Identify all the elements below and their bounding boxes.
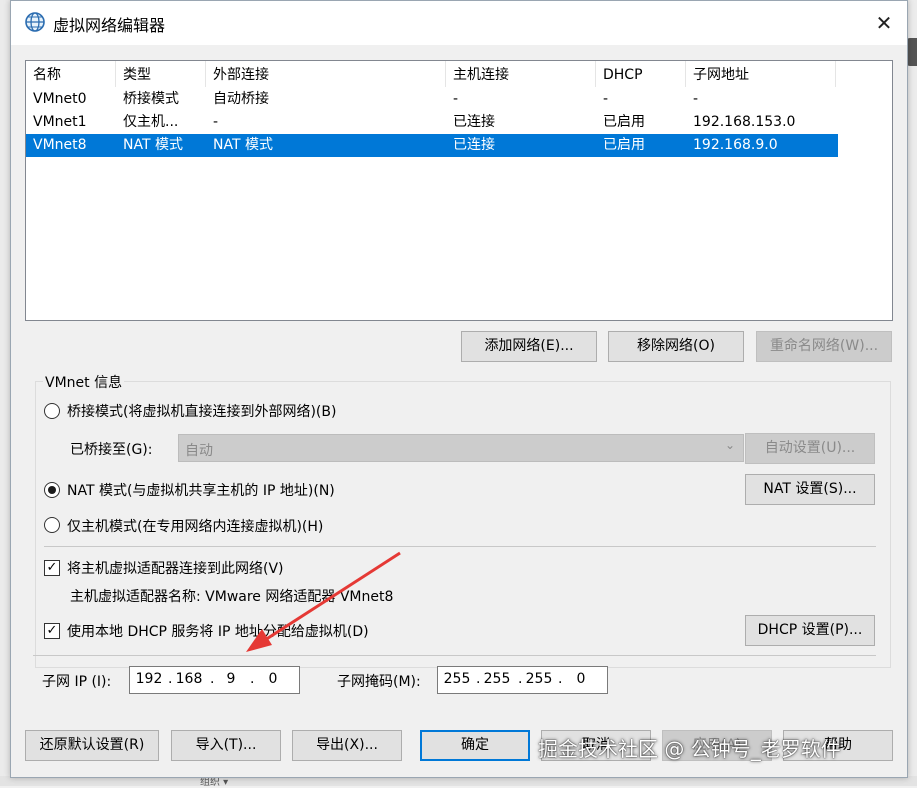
use-dhcp-checkbox[interactable]: ✓ bbox=[44, 623, 60, 639]
subnet-ip-octet: 168 bbox=[175, 671, 203, 687]
vmnet-info-label: VMnet 信息 bbox=[43, 372, 125, 392]
cell-dhcp: 已启用 bbox=[603, 137, 645, 153]
table-row[interactable]: VMnet1 仅主机... - 已连接 已启用 192.168.153.0 bbox=[26, 111, 838, 134]
divider bbox=[33, 655, 876, 656]
table-row[interactable]: VMnet0 桥接模式 自动桥接 - - - bbox=[26, 88, 838, 111]
dhcp-settings-button[interactable]: DHCP 设置(P)... bbox=[745, 615, 875, 646]
watermark-text: 掘金技术社区 @ 公钟号_老罗软件 bbox=[538, 737, 841, 761]
cell-external: NAT 模式 bbox=[213, 137, 273, 153]
subnet-mask-label: 子网掩码(M): bbox=[337, 674, 421, 690]
cell-external: 自动桥接 bbox=[213, 91, 269, 107]
dialog-title: 虚拟网络编辑器 bbox=[53, 16, 166, 35]
virtual-network-editor-dialog: 虚拟网络编辑器 ✕ 名称 类型 外部连接 主机连接 DHCP 子网地址 VMne… bbox=[10, 0, 908, 778]
cell-type: NAT 模式 bbox=[123, 137, 183, 153]
ip-dot: . bbox=[250, 671, 255, 687]
cell-type: 桥接模式 bbox=[123, 91, 179, 107]
nat-radio-button[interactable] bbox=[44, 482, 60, 498]
bridged-radio-button[interactable] bbox=[44, 403, 60, 419]
cell-host: 已连接 bbox=[453, 137, 495, 153]
cell-host: 已连接 bbox=[453, 114, 495, 130]
subnet-mask-octet: 255 bbox=[525, 671, 553, 687]
bridged-to-value: 自动 bbox=[185, 443, 213, 459]
column-header-subnet[interactable]: 子网地址 bbox=[686, 61, 836, 87]
cell-type: 仅主机... bbox=[123, 114, 179, 130]
title-bar[interactable]: 虚拟网络编辑器 ✕ bbox=[11, 1, 907, 45]
connect-adapter-label[interactable]: 将主机虚拟适配器连接到此网络(V) bbox=[67, 558, 284, 578]
subnet-ip-label: 子网 IP (I): bbox=[42, 674, 112, 690]
column-header-dhcp[interactable]: DHCP bbox=[596, 61, 686, 87]
bridged-to-select[interactable]: 自动 ⌄ bbox=[178, 434, 744, 462]
column-header-type[interactable]: 类型 bbox=[116, 61, 206, 87]
globe-network-icon bbox=[25, 12, 45, 32]
cell-dhcp: - bbox=[603, 91, 609, 107]
cell-subnet: - bbox=[693, 91, 699, 107]
import-button[interactable]: 导入(T)... bbox=[171, 730, 281, 761]
chevron-down-icon: ⌄ bbox=[724, 438, 735, 452]
cell-subnet: 192.168.9.0 bbox=[693, 137, 778, 153]
network-list[interactable]: 名称 类型 外部连接 主机连接 DHCP 子网地址 VMnet0 桥接模式 自动… bbox=[25, 60, 893, 321]
column-header-host[interactable]: 主机连接 bbox=[446, 61, 596, 87]
adapter-name-text: 主机虚拟适配器名称: VMware 网络适配器 VMnet8 bbox=[70, 589, 394, 605]
ok-button[interactable]: 确定 bbox=[420, 730, 530, 761]
subnet-ip-input[interactable]: 192 . 168 . 9 . 0 bbox=[129, 666, 300, 694]
subnet-mask-octet: 255 bbox=[443, 671, 471, 687]
rename-network-button[interactable]: 重命名网络(W)... bbox=[756, 331, 892, 362]
cell-external: - bbox=[213, 114, 219, 130]
nat-settings-button[interactable]: NAT 设置(S)... bbox=[745, 474, 875, 505]
cell-subnet: 192.168.153.0 bbox=[693, 114, 796, 130]
export-button[interactable]: 导出(X)... bbox=[292, 730, 402, 761]
restore-defaults-button[interactable]: 还原默认设置(R) bbox=[25, 730, 159, 761]
column-header-name[interactable]: 名称 bbox=[26, 61, 116, 87]
connect-adapter-checkbox[interactable]: ✓ bbox=[44, 560, 60, 576]
divider bbox=[44, 546, 876, 547]
cell-dhcp: 已启用 bbox=[603, 114, 645, 130]
add-network-button[interactable]: 添加网络(E)... bbox=[461, 331, 597, 362]
cell-host: - bbox=[453, 91, 459, 107]
subnet-mask-octet: 0 bbox=[576, 671, 586, 687]
subnet-ip-octet: 192 bbox=[135, 671, 163, 687]
subnet-mask-input[interactable]: 255 . 255 . 255 . 0 bbox=[437, 666, 608, 694]
ip-dot: . bbox=[558, 671, 563, 687]
auto-settings-button[interactable]: 自动设置(U)... bbox=[745, 433, 875, 464]
table-row-selected[interactable]: VMnet8 NAT 模式 NAT 模式 已连接 已启用 192.168.9.0 bbox=[26, 134, 838, 157]
bridged-to-label: 已桥接至(G): bbox=[70, 442, 153, 458]
cell-name: VMnet1 bbox=[33, 114, 87, 130]
host-only-radio-button[interactable] bbox=[44, 517, 60, 533]
subnet-mask-octet: 255 bbox=[483, 671, 511, 687]
list-header: 名称 类型 外部连接 主机连接 DHCP 子网地址 bbox=[26, 61, 892, 87]
cell-name: VMnet0 bbox=[33, 91, 87, 107]
host-only-radio-label[interactable]: 仅主机模式(在专用网络内连接虚拟机)(H) bbox=[67, 516, 323, 536]
close-button[interactable]: ✕ bbox=[861, 1, 907, 45]
bridged-radio-label[interactable]: 桥接模式(将虚拟机直接连接到外部网络)(B) bbox=[67, 401, 336, 421]
remove-network-button[interactable]: 移除网络(O) bbox=[608, 331, 744, 362]
subnet-ip-octet: 0 bbox=[268, 671, 278, 687]
cell-name: VMnet8 bbox=[33, 137, 87, 153]
background-left-edge bbox=[0, 0, 10, 786]
nat-radio-label[interactable]: NAT 模式(与虚拟机共享主机的 IP 地址)(N) bbox=[67, 480, 335, 500]
column-header-external[interactable]: 外部连接 bbox=[206, 61, 446, 87]
use-dhcp-label[interactable]: 使用本地 DHCP 服务将 IP 地址分配给虚拟机(D) bbox=[67, 621, 369, 641]
subnet-ip-octet: 9 bbox=[226, 671, 236, 687]
